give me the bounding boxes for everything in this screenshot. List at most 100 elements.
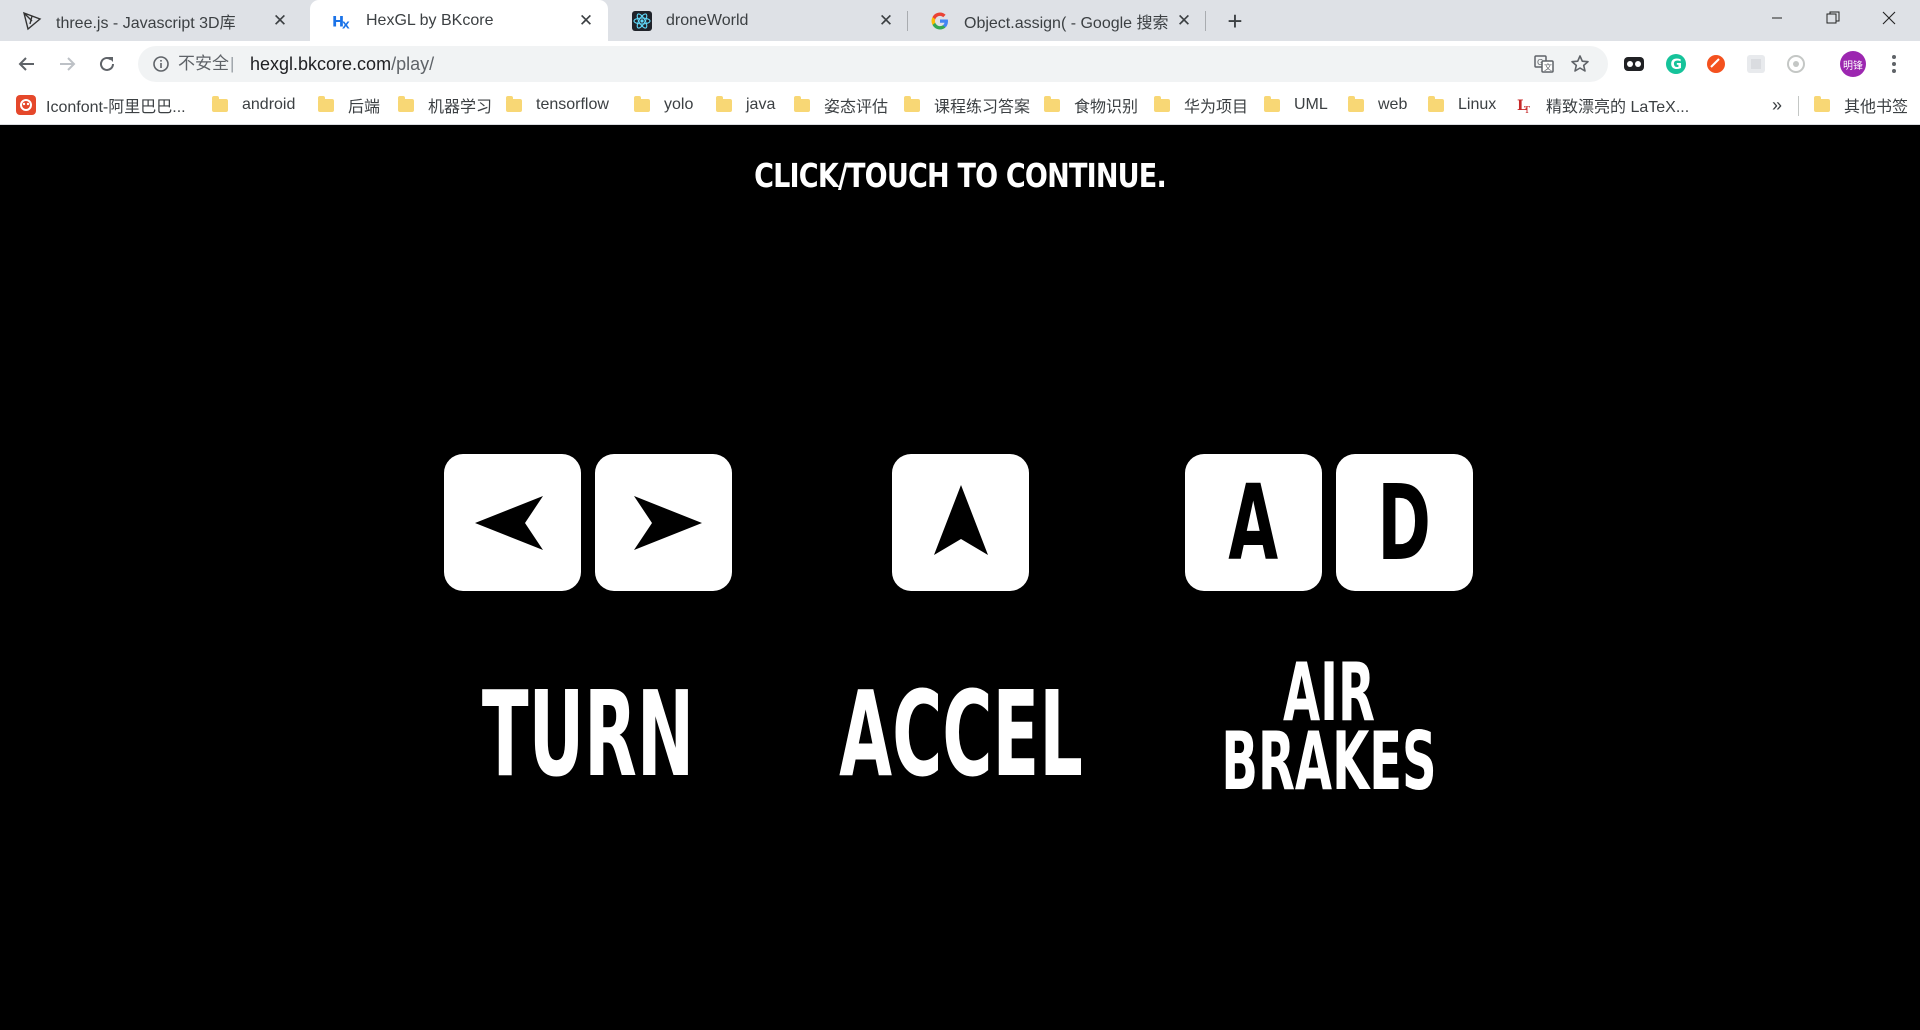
threejs-icon	[22, 11, 42, 31]
key-up-arrow	[892, 454, 1029, 591]
tab-droneworld[interactable]: droneWorld ✕	[610, 0, 908, 41]
reload-button[interactable]	[91, 48, 123, 80]
tab-hexgl[interactable]: HX HexGL by BKcore ✕	[310, 0, 608, 41]
svg-text:X: X	[342, 20, 350, 31]
key-a-letter: A	[1228, 461, 1279, 584]
bookmark-folder[interactable]: android	[212, 87, 295, 123]
folder-icon	[1264, 95, 1280, 112]
close-icon[interactable]: ✕	[576, 11, 596, 31]
svg-text:T: T	[1524, 106, 1530, 114]
label-accel: ACCEL	[839, 665, 1083, 803]
tab-separator	[1205, 11, 1206, 31]
profile-avatar[interactable]: 明锋	[1840, 51, 1866, 77]
key-d: D	[1336, 454, 1473, 591]
url-path: /play/	[391, 54, 435, 74]
new-tab-button[interactable]: +	[1220, 6, 1250, 36]
label-air-brakes: AIR BRAKES	[1214, 653, 1443, 802]
close-icon[interactable]: ✕	[1174, 11, 1194, 31]
bookmark-label: 课程练习答案	[934, 99, 1031, 116]
hexgl-icon: HX	[332, 11, 352, 31]
folder-icon	[398, 95, 414, 112]
grammarly-icon[interactable]: G	[1664, 52, 1688, 76]
translate-icon[interactable]: G文	[1534, 54, 1554, 74]
minimize-button[interactable]	[1754, 0, 1800, 36]
bookmark-latex[interactable]: LT 精致漂亮的 LaTeX...	[1516, 87, 1689, 123]
address-bar[interactable]: 不安全 | hexgl.bkcore.com/play/ G文	[138, 46, 1608, 82]
bookmark-label: tensorflow	[536, 96, 609, 113]
tab-strip: three.js - Javascript 3D库 ✕ HX HexGL by …	[0, 0, 1920, 41]
game-canvas[interactable]: CLICK/TOUCH TO CONTINUE. A D TURN ACCEL …	[0, 126, 1920, 1030]
back-button[interactable]	[11, 48, 43, 80]
info-icon[interactable]	[152, 55, 170, 73]
bookmark-folder[interactable]: web	[1348, 87, 1407, 123]
close-icon[interactable]: ✕	[876, 11, 896, 31]
bookmark-folder[interactable]: tensorflow	[506, 87, 609, 123]
key-d-letter: D	[1377, 461, 1432, 584]
svg-text:文: 文	[1544, 62, 1552, 72]
bookmark-folder[interactable]: 后端	[318, 87, 380, 123]
bookmark-label: 华为项目	[1184, 99, 1249, 116]
bookmark-label: 后端	[348, 99, 381, 116]
latex-icon: LT	[1516, 96, 1534, 114]
menu-icon[interactable]	[1882, 52, 1906, 76]
bookmark-label: Linux	[1458, 96, 1497, 113]
bookmark-folder[interactable]: 课程练习答案	[904, 87, 1030, 123]
folder-icon	[634, 95, 650, 112]
bookmark-label: web	[1378, 96, 1408, 113]
folder-icon	[1814, 95, 1830, 112]
google-icon	[930, 11, 950, 31]
svg-text:G: G	[1671, 57, 1683, 73]
bookmark-folder[interactable]: java	[716, 87, 775, 123]
extension-orange-icon[interactable]	[1704, 52, 1728, 76]
bookmark-label: 姿态评估	[824, 99, 889, 116]
bookmark-label: UML	[1294, 96, 1328, 113]
extension-grey-icon[interactable]	[1744, 52, 1768, 76]
close-icon[interactable]: ✕	[270, 11, 290, 31]
folder-icon	[1044, 95, 1060, 112]
key-a: A	[1185, 454, 1322, 591]
close-window-button[interactable]	[1866, 0, 1912, 36]
url-text: hexgl.bkcore.com/play/	[250, 46, 434, 82]
tab-title: droneWorld	[666, 11, 749, 29]
bookmark-label: android	[242, 96, 296, 113]
bookmark-label: 机器学习	[428, 99, 493, 116]
folder-icon	[318, 95, 334, 112]
tab-title: Object.assign( - Google 搜索	[964, 14, 1169, 32]
tab-title: three.js - Javascript 3D库	[56, 14, 236, 32]
bookmark-folder[interactable]: 华为项目	[1154, 87, 1248, 123]
bookmark-folder[interactable]: yolo	[634, 87, 693, 123]
restore-button[interactable]	[1810, 0, 1856, 36]
extension-mask-icon[interactable]	[1622, 52, 1646, 76]
up-arrow-icon	[933, 484, 988, 555]
bookmark-label: 精致漂亮的 LaTeX...	[1546, 99, 1690, 116]
folder-icon	[794, 95, 810, 112]
security-label: 不安全	[178, 54, 229, 73]
tab-title: HexGL by BKcore	[366, 11, 494, 29]
bookmark-iconfont[interactable]: Iconfont-阿里巴巴...	[16, 87, 186, 123]
bookmark-folder[interactable]: UML	[1264, 87, 1328, 123]
bookmark-label: 其他书签	[1844, 99, 1909, 116]
browser-toolbar: 不安全 | hexgl.bkcore.com/play/ G文 G 明锋	[0, 41, 1920, 87]
url-host: hexgl.bkcore.com	[250, 54, 392, 74]
bookmark-folder[interactable]: 姿态评估	[794, 87, 888, 123]
right-arrow-icon	[633, 495, 702, 550]
tab-threejs[interactable]: three.js - Javascript 3D库 ✕	[0, 0, 302, 41]
folder-icon	[1348, 95, 1364, 112]
bookmark-other[interactable]: 其他书签	[1814, 87, 1908, 123]
continue-prompt: CLICK/TOUCH TO CONTINUE.	[754, 156, 1167, 195]
folder-icon	[212, 95, 228, 112]
tab-google-search[interactable]: Object.assign( - Google 搜索 ✕	[908, 0, 1206, 41]
iconfont-icon	[16, 95, 36, 115]
forward-button[interactable]	[51, 48, 83, 80]
bookmark-folder[interactable]: 食物识别	[1044, 87, 1138, 123]
extension-circle-icon[interactable]	[1784, 52, 1808, 76]
bookmark-label: yolo	[664, 96, 694, 113]
bookmark-folder[interactable]: 机器学习	[398, 87, 492, 123]
bookmark-folder[interactable]: Linux	[1428, 87, 1496, 123]
left-arrow-icon	[474, 495, 543, 550]
label-turn: TURN	[481, 665, 695, 803]
bookmarks-overflow-button[interactable]: »	[1772, 87, 1782, 123]
bookmark-label: java	[746, 96, 776, 113]
bookmark-star-icon[interactable]	[1570, 54, 1590, 74]
folder-icon	[904, 95, 920, 112]
